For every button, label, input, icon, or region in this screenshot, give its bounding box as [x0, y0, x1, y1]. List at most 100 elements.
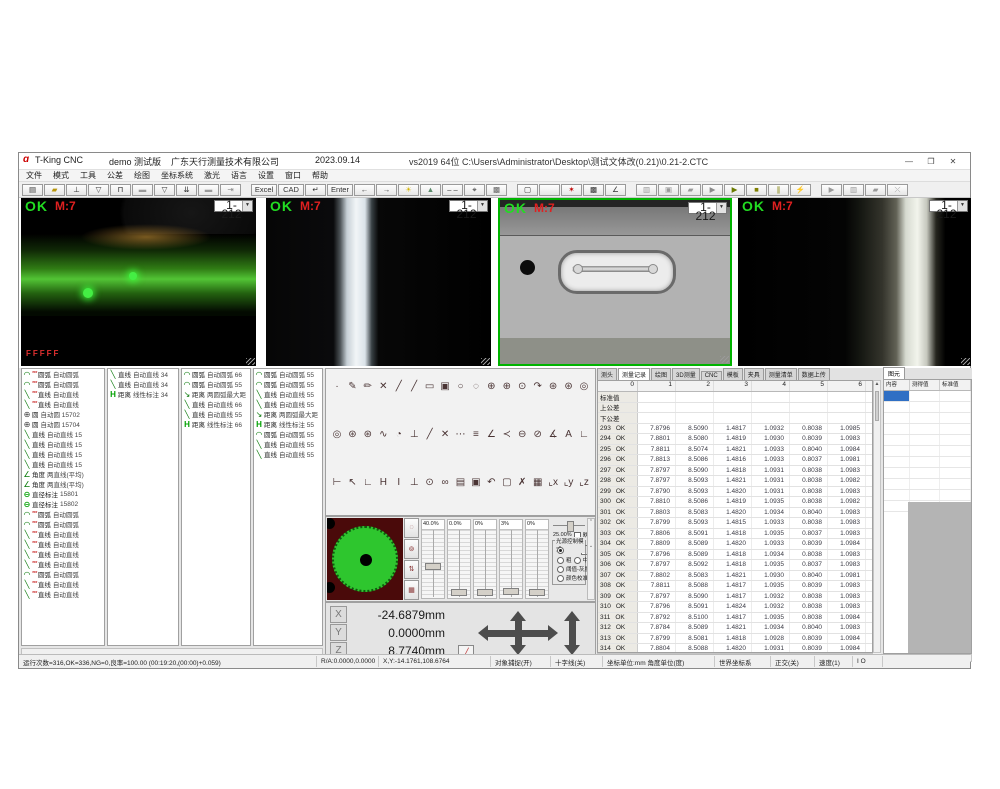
blank-icon[interactable]	[539, 184, 560, 196]
chevron-down-icon[interactable]: ▼	[477, 201, 487, 211]
list-item[interactable]: ╲直线自动直线 55	[254, 399, 322, 409]
size-radio[interactable]	[557, 557, 564, 564]
tool-icon[interactable]: ⊙	[423, 475, 437, 490]
camera-range-select[interactable]: 1-212▼	[449, 200, 488, 212]
resize-grip[interactable]	[481, 358, 490, 365]
tool-icon[interactable]: ○	[454, 379, 468, 394]
table-row[interactable]: 300OK7.88108.50861.48191.09350.80381.098…	[598, 497, 872, 508]
save-icon[interactable]: ▥	[636, 184, 657, 196]
gray-radio[interactable]	[557, 566, 564, 573]
menu-item[interactable]: 坐标系统	[161, 170, 193, 181]
tool-icon[interactable]: ⊛	[345, 427, 359, 442]
minimize-button[interactable]: —	[900, 155, 918, 168]
tool-icon[interactable]: ·	[330, 379, 344, 394]
play-icon[interactable]: ▶	[702, 184, 723, 196]
master-slider[interactable]	[553, 520, 585, 530]
content-cell[interactable]	[884, 457, 910, 467]
lasso-icon[interactable]: ▢	[517, 184, 538, 196]
list-item[interactable]: H距离线性标注 34	[108, 389, 178, 399]
tool-icon[interactable]: ⊥	[407, 475, 421, 490]
content-cell[interactable]	[884, 424, 910, 434]
tool-icon[interactable]: ⊛	[562, 379, 576, 394]
menu-item[interactable]: 工具	[80, 170, 96, 181]
list-item[interactable]: ╲直线自动直线 15	[22, 459, 104, 469]
columns-icon[interactable]: Π	[110, 184, 131, 196]
light-slider[interactable]: 3%	[499, 519, 523, 599]
list-item[interactable]: H距离线性标注 66	[182, 419, 250, 429]
list-item[interactable]: ⊖直径标注15801	[22, 489, 104, 499]
list-item[interactable]: ↘距离两圆弧最大距	[182, 389, 250, 399]
element-row[interactable]	[884, 457, 971, 468]
menu-item[interactable]: 激光	[204, 170, 220, 181]
list-item[interactable]: ⊕圆自动圆 15702	[22, 409, 104, 419]
table-row[interactable]: 309OK7.87978.50901.48171.09320.80381.098…	[598, 592, 872, 603]
element-row[interactable]	[884, 468, 971, 479]
tab-4[interactable]: 3D测量	[672, 368, 700, 380]
tool-icon[interactable]: ⊢	[330, 475, 344, 490]
tab-2[interactable]: 测量记录	[618, 368, 650, 380]
magnifier-icon[interactable]: ⌖	[464, 184, 485, 196]
content-cell[interactable]	[884, 446, 910, 456]
table-row[interactable]: 302OK7.87998.50931.48151.09330.80381.098…	[598, 518, 872, 529]
tool-icon[interactable]: ∟	[577, 427, 591, 442]
menu-item[interactable]: 设置	[258, 170, 274, 181]
list-item[interactable]: ◠圆弧自动圆弧 55	[254, 429, 322, 439]
list-item[interactable]: ◠***圆弧自动圆弧	[22, 519, 104, 529]
tool-icon[interactable]: ▤	[454, 475, 468, 490]
chevron-down-icon[interactable]: ▼	[716, 203, 726, 213]
list-item[interactable]: ╲直线自动直线 15	[22, 429, 104, 439]
bulb-icon[interactable]: ☀	[398, 184, 419, 196]
table-row[interactable]: 307OK7.88028.50831.48211.09300.80401.098…	[598, 571, 872, 582]
element-row[interactable]	[884, 391, 971, 402]
table-row[interactable]: 299OK7.87908.50931.48201.09310.80381.098…	[598, 487, 872, 498]
content-cell[interactable]	[884, 402, 910, 412]
table-row[interactable]: 295OK7.88118.50741.48211.09330.80401.098…	[598, 445, 872, 456]
table-row[interactable]: 314OK7.88048.50881.48201.09310.80391.098…	[598, 644, 872, 653]
menu-item[interactable]: 文件	[26, 170, 42, 181]
box-icon[interactable]: ▬	[198, 184, 219, 196]
tool-icon[interactable]: ◌	[469, 379, 483, 394]
folder-icon[interactable]: ▰	[680, 184, 701, 196]
tool-icon[interactable]: ✕	[438, 427, 452, 442]
play-end-icon[interactable]: ▶	[724, 184, 745, 196]
table-row[interactable]: 308OK7.88118.50881.48171.09350.80391.098…	[598, 581, 872, 592]
pattern-icon[interactable]: ▩	[486, 184, 507, 196]
light-channel-button[interactable]: ◌	[404, 518, 419, 538]
menu-item[interactable]: 语言	[231, 170, 247, 181]
play-icon[interactable]: ▶	[821, 184, 842, 196]
tool-icon[interactable]: ▭	[423, 379, 437, 394]
camera-view-1[interactable]: FFFFFOKM:71-212▼	[21, 198, 256, 366]
list-item[interactable]: ◠圆弧自动圆弧 55	[254, 369, 322, 379]
element-row[interactable]	[884, 479, 971, 490]
light-channel-button[interactable]: ⇅	[404, 560, 419, 580]
save-icon[interactable]: ▥	[843, 184, 864, 196]
table-row[interactable]: 306OK7.87978.50921.48181.09350.80371.098…	[598, 560, 872, 571]
wrench-icon[interactable]: ⤬	[887, 184, 908, 196]
resize-grip[interactable]	[961, 358, 970, 365]
box-icon[interactable]: ▬	[132, 184, 153, 196]
resize-grip[interactable]	[246, 358, 255, 365]
tool-icon[interactable]: ≡	[469, 427, 483, 442]
resize-grip[interactable]	[720, 356, 729, 363]
list-item[interactable]: ╲***直线自动直线	[22, 399, 104, 409]
menu-item[interactable]: 窗口	[285, 170, 301, 181]
content-cell[interactable]	[884, 501, 910, 511]
folder-open-icon[interactable]: ▰	[44, 184, 65, 196]
element-row[interactable]	[884, 402, 971, 413]
tool-icon[interactable]: ⊙	[515, 379, 529, 394]
save-icon[interactable]: ▤	[22, 184, 43, 196]
list-item[interactable]: ∠角度两直线(平均)	[22, 469, 104, 479]
list-item[interactable]: ◠***圆弧自动圆弧	[22, 509, 104, 519]
tool-icon[interactable]: ╱	[423, 427, 437, 442]
list-item[interactable]: ◠圆弧自动圆弧 66	[182, 369, 250, 379]
tool-icon[interactable]: ↷	[531, 379, 545, 394]
tool-icon[interactable]: ⊕	[500, 379, 514, 394]
tool-icon[interactable]: ▢	[500, 475, 514, 490]
light-slider[interactable]: 0%	[525, 519, 549, 599]
list-item[interactable]: ╲直线自动直线 34	[108, 369, 178, 379]
tool-icon[interactable]: ◎	[577, 379, 591, 394]
dither-icon[interactable]: ▩	[583, 184, 604, 196]
list-item[interactable]: ╲直线自动直线 15	[22, 449, 104, 459]
dashes-icon[interactable]: – –	[442, 184, 463, 196]
tab-6[interactable]: 模板	[723, 368, 743, 380]
